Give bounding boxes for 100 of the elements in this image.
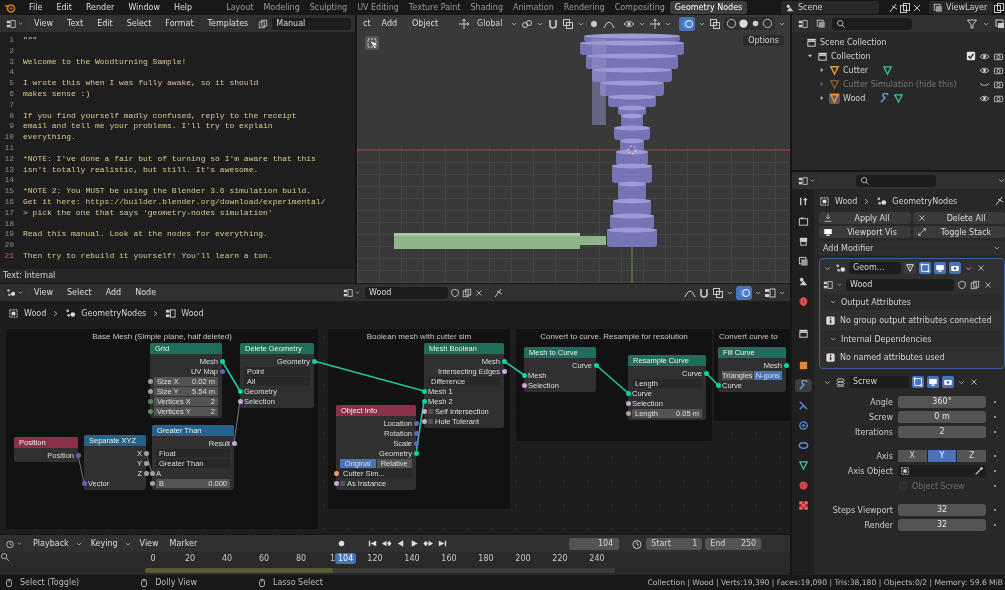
breadcrumb-item[interactable]: GeometryNodes	[81, 308, 147, 318]
line-number: 12	[3, 153, 14, 165]
menu-item[interactable]: Keying	[85, 539, 121, 548]
menu-item[interactable]: Window	[121, 3, 167, 12]
menu-item[interactable]: Text	[61, 19, 90, 28]
modifier-stack-button[interactable]: Viewport Vis	[819, 226, 911, 238]
tree-item[interactable]: Cutter	[843, 65, 869, 75]
workspace-tab[interactable]: Animation	[508, 1, 559, 14]
workspace-tab[interactable]: UV Editing	[352, 1, 404, 14]
frame-tick-label: 60	[258, 554, 270, 563]
menu-item[interactable]: Render	[78, 3, 122, 12]
info-message: No group output attributes connected	[840, 316, 992, 325]
line-number: 17	[3, 207, 14, 219]
number-field[interactable]: 0 m	[898, 411, 986, 423]
options-button[interactable]: Options	[743, 35, 784, 46]
number-field[interactable]: 32	[898, 504, 986, 516]
tree-item[interactable]: Wood	[843, 93, 866, 103]
menu-item[interactable]: Select	[61, 288, 98, 297]
frame-tick-label: 40	[221, 554, 233, 563]
number-field[interactable]: 2	[898, 426, 986, 438]
modifier-stack-button[interactable]: Delete All	[913, 212, 1005, 224]
frame-tick-label: 0	[150, 554, 156, 563]
workspace-tab[interactable]: Shading	[465, 1, 508, 14]
menu-item[interactable]: Format	[159, 19, 200, 28]
code-line: """	[23, 35, 38, 46]
line-number: 13	[3, 164, 14, 176]
tree-item[interactable]: Scene Collection	[820, 37, 887, 47]
axis-option[interactable]: Z	[957, 450, 986, 462]
breadcrumb-item[interactable]: Wood	[835, 196, 858, 206]
workspace-tab[interactable]: Modeling	[258, 1, 305, 14]
workspace-tab[interactable]: Layout	[221, 1, 259, 14]
modifier-name-field[interactable]: Geom...	[849, 262, 901, 274]
menu-item[interactable]: Templates	[201, 19, 255, 28]
frame-label: Convert curve to	[719, 332, 778, 341]
workspace-tab[interactable]: Texture Paint	[403, 1, 466, 14]
number-field[interactable]: 32	[898, 519, 986, 531]
menu-item[interactable]: File	[22, 3, 50, 12]
line-number: 9	[8, 121, 14, 133]
code-line: Then try to rebuild it yourself! You'll learn a ton.	[23, 250, 273, 262]
text-name-field[interactable]: Manual	[272, 17, 351, 30]
property-label: Angle	[869, 397, 893, 407]
shortcut-hint: Lasso Select	[272, 578, 323, 587]
property-label: Render	[863, 520, 893, 530]
frame-tick-label: 220	[552, 554, 568, 563]
line-number: 14	[3, 175, 14, 187]
breadcrumb-item[interactable]: GeometryNodes	[892, 196, 958, 206]
breadcrumb-item[interactable]: Wood	[24, 308, 47, 318]
node-group-field[interactable]: Wood	[846, 278, 954, 291]
menu-item[interactable]: Playback	[28, 539, 72, 548]
menu-item[interactable]: Object	[406, 19, 445, 28]
start-frame-field[interactable]: Start 1	[646, 537, 703, 550]
menu-item[interactable]: View	[28, 288, 59, 297]
line-number: 7	[8, 99, 14, 111]
frame-tick-label: 160	[441, 554, 457, 563]
code-line: *NOTE: I've done a fair but of turning so I'm aware that this	[23, 153, 316, 165]
code-line: isn't totally realistic, but still. It's awesome.	[23, 164, 259, 176]
frame-tick-label: 20	[184, 554, 196, 563]
property-label: Iterations	[853, 427, 893, 437]
modifier-stack-button[interactable]: Apply All	[819, 212, 911, 224]
current-frame-field[interactable]: 104	[569, 537, 620, 550]
workspace-tab[interactable]: Rendering	[558, 1, 610, 14]
property-label: Axis	[875, 451, 893, 461]
menu-item[interactable]: Add	[99, 288, 128, 297]
code-line: If you find yourself madly confused, reply to the receipt	[23, 110, 297, 122]
line-number: 5	[8, 78, 14, 89]
workspace-tab[interactable]: Compositing	[609, 1, 670, 14]
workspace-tab[interactable]: Sculpting	[304, 1, 353, 14]
property-label: Axis Object	[846, 466, 893, 476]
number-field[interactable]: 360°	[898, 396, 986, 408]
menu-item[interactable]: Edit	[49, 3, 79, 12]
menu-item[interactable]: Help	[166, 3, 200, 12]
axis-option[interactable]: X	[898, 450, 927, 462]
add-modifier-dropdown[interactable]: Add Modifier	[819, 241, 1005, 255]
code-line: Get it here: https://builder.blender.org/download/experimental/	[23, 196, 326, 208]
orientation-dropdown[interactable]: Global	[472, 19, 507, 28]
code-line: I wrote this when I was fully awake, so it should	[23, 78, 259, 89]
menu-item[interactable]: Edit	[91, 19, 119, 28]
menu-item[interactable]: ct	[361, 19, 373, 28]
code-line: everything.	[23, 132, 76, 143]
menu-item[interactable]: Select	[120, 19, 158, 28]
menu-item[interactable]: Add	[375, 19, 404, 28]
menu-item[interactable]: Node	[129, 288, 163, 297]
workspace-tab[interactable]: Geometry Nodes	[669, 1, 748, 14]
scene-selector[interactable]: Scene	[781, 1, 879, 14]
end-frame-field[interactable]: End 250	[705, 537, 762, 550]
code-line: makes sense :)	[23, 89, 91, 100]
menu-item[interactable]: Marker	[164, 539, 201, 548]
menu-item[interactable]: View	[28, 19, 59, 28]
modifier-name-field[interactable]: Screw	[849, 376, 909, 388]
view-layer-selector[interactable]: ViewLayer	[929, 1, 993, 14]
tree-item[interactable]: Collection	[831, 51, 871, 61]
menu-item[interactable]: View	[134, 539, 162, 548]
node-group-field[interactable]: Wood	[365, 286, 449, 299]
modifier-stack-button[interactable]: Toggle Stack	[913, 226, 1005, 238]
line-number: 3	[8, 56, 14, 68]
breadcrumb-item[interactable]: Wood	[181, 308, 204, 318]
line-number: 6	[8, 89, 14, 100]
axis-option[interactable]: Y	[927, 450, 957, 462]
playhead-marker[interactable]: 104	[335, 553, 357, 564]
line-number: 19	[3, 229, 14, 241]
